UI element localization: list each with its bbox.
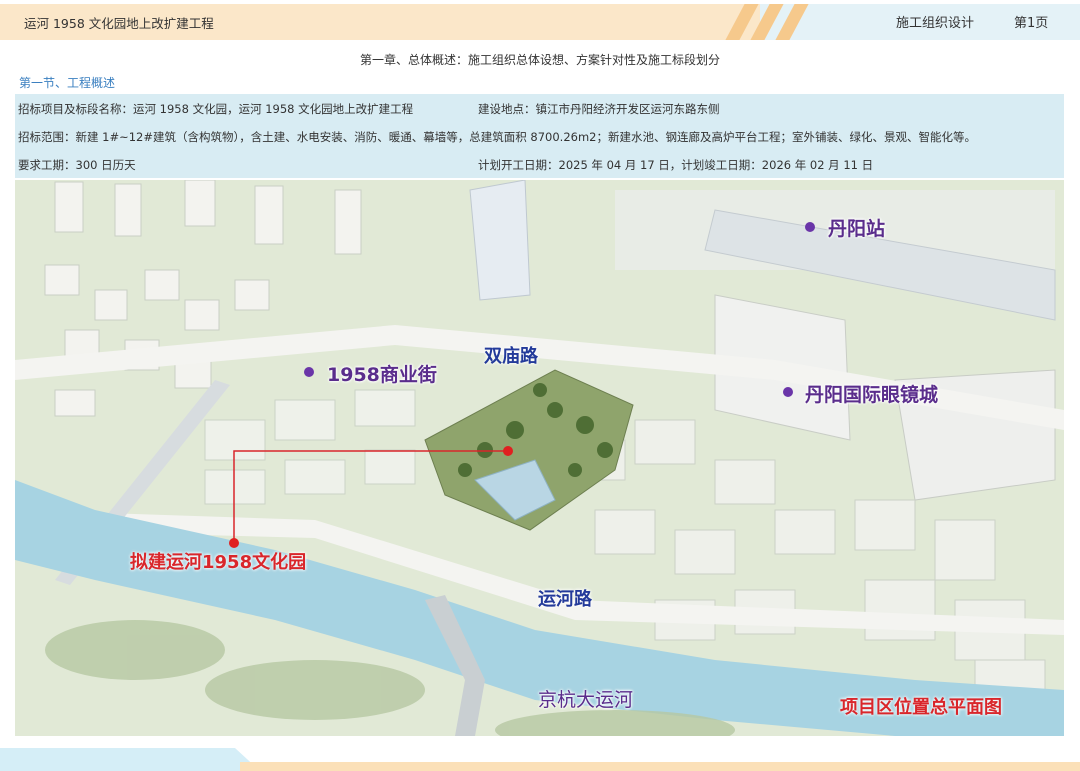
label-eyeglass-city: 丹阳国际眼镜城 — [805, 384, 939, 406]
aerial-view-illustration — [15, 180, 1064, 736]
bid-project-line: 招标项目及标段名称：运河 1958 文化园，运河 1958 文化园地上改扩建工程 — [18, 102, 414, 116]
schedule-line: 计划开工日期：2025 年 04 月 17 日，计划竣工日期：2026 年 02… — [478, 158, 874, 172]
duration-line: 要求工期：300 日历天 — [18, 158, 136, 172]
label-grand-canal: 京杭大运河 — [538, 689, 634, 711]
map-caption: 项目区位置总平面图 — [840, 697, 1002, 718]
footer-band-left — [0, 748, 260, 771]
project-title: 运河 1958 文化园地上改扩建工程 — [24, 16, 214, 31]
page-number: 第1页 — [1014, 16, 1049, 31]
label-proposed-project: 拟建运河1958文化园 — [130, 552, 307, 573]
label-1958-commercial-street: 1958商业街 — [327, 364, 437, 386]
location-line: 建设地点：镇江市丹阳经济开发区运河东路东侧 — [478, 102, 720, 116]
scope-line: 招标范围：新建 1#~12#建筑（含构筑物），含土建、水电安装、消防、暖通、幕墙… — [18, 130, 976, 144]
label-shuangmiao-road: 双庙路 — [484, 346, 538, 367]
project-site-marker — [503, 446, 513, 456]
section-title: 第一节、工程概述 — [19, 76, 116, 90]
footer-band-right — [240, 762, 1080, 771]
label-yunhe-road: 运河路 — [538, 589, 592, 610]
project-label-marker — [229, 538, 239, 548]
label-danyang-station: 丹阳站 — [828, 218, 886, 240]
pin-icon — [805, 222, 815, 232]
pin-icon — [783, 387, 793, 397]
site-plan-map: 丹阳站 1958商业街 丹阳国际眼镜城 双庙路 运河路 京杭大运河 拟建运河19… — [15, 180, 1064, 736]
pin-icon — [304, 367, 314, 377]
chapter-title: 第一章、总体概述：施工组织总体设想、方案针对性及施工标段划分 — [359, 53, 720, 67]
document-type: 施工组织设计 — [896, 16, 975, 31]
